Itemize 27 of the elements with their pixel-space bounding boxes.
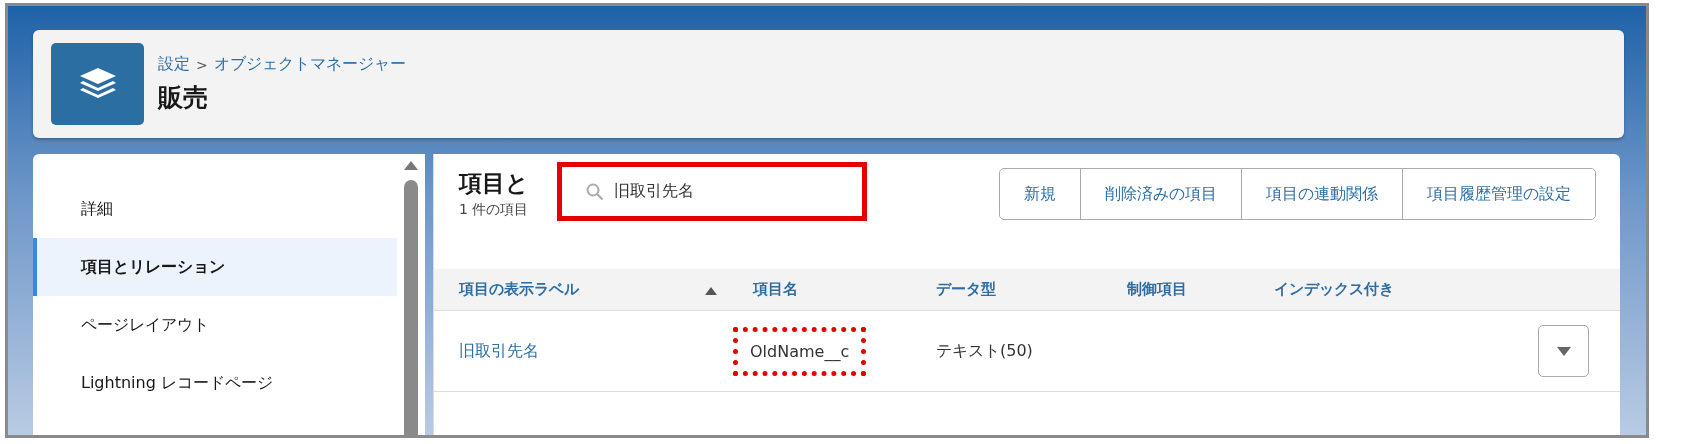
search-icon	[586, 182, 604, 201]
page-title: 販売	[158, 82, 209, 114]
column-header[interactable]: 制御項目	[1127, 280, 1187, 299]
sidebar-item[interactable]: 詳細	[33, 180, 397, 238]
breadcrumb-separator: >	[196, 56, 208, 73]
column-header[interactable]: 項目名	[753, 280, 798, 299]
scrollbar-thumb[interactable]	[404, 180, 418, 435]
sidebar-item[interactable]: ページレイアウト	[33, 296, 397, 354]
field-api-name: OldName__c	[733, 326, 867, 376]
breadcrumb-link[interactable]: 設定	[158, 54, 190, 75]
scroll-up-icon[interactable]	[404, 161, 418, 170]
column-header[interactable]: インデックス付き	[1274, 280, 1394, 299]
sidebar-item[interactable]: 項目とリレーション	[33, 238, 397, 296]
row-actions-button[interactable]	[1538, 325, 1589, 377]
breadcrumb-link[interactable]: オブジェクトマネージャー	[213, 54, 406, 75]
toolbar-button[interactable]: 項目履歴管理の設定	[1402, 169, 1595, 219]
caret-down-icon	[1556, 346, 1571, 356]
column-header[interactable]: 項目の表示ラベル	[459, 280, 579, 299]
layers-icon	[51, 43, 144, 125]
data-type: テキスト(50)	[936, 340, 1033, 362]
panel-title: 項目と	[459, 169, 529, 198]
sort-ascending-icon[interactable]	[705, 286, 717, 295]
sidebar-item[interactable]: Lightning レコードページ	[33, 354, 397, 412]
search-field[interactable]: 旧取引先名	[557, 162, 867, 221]
field-label-link[interactable]: 旧取引先名	[459, 340, 539, 362]
item-count: 1 件の項目	[459, 201, 529, 219]
column-header[interactable]: データ型	[936, 280, 996, 299]
